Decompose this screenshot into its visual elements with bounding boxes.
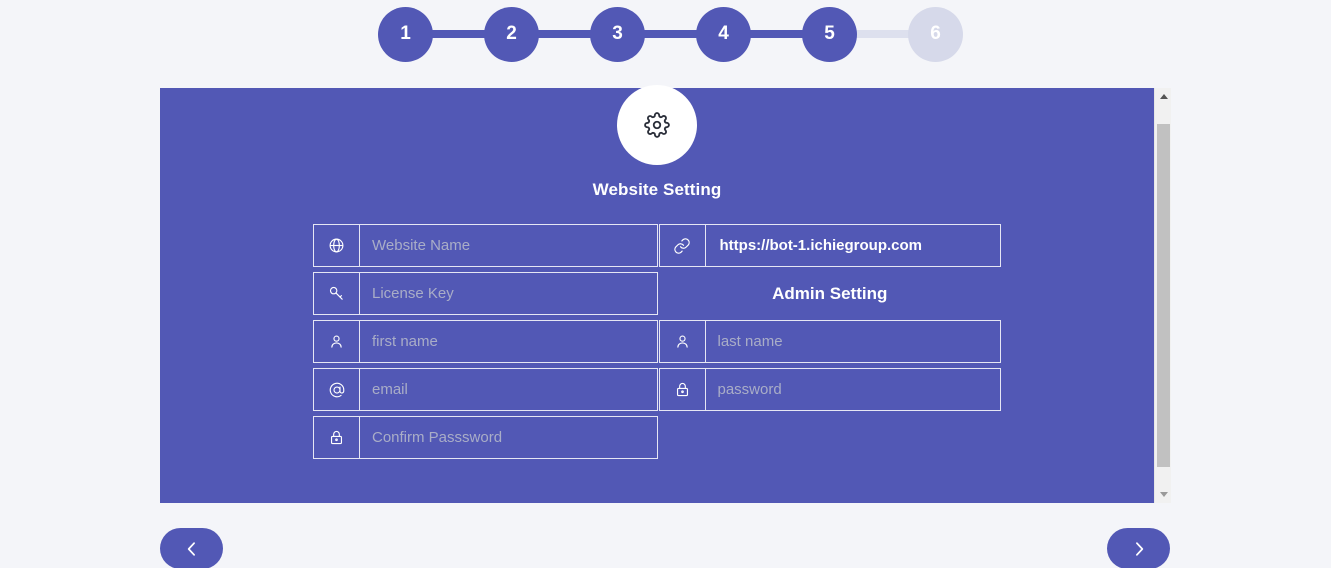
website-url-field[interactable] <box>658 224 1001 267</box>
step-1-label: 1 <box>400 23 411 44</box>
step-4-label: 4 <box>718 23 729 44</box>
first-name-field[interactable] <box>313 320 658 363</box>
lock-icon <box>313 416 359 459</box>
license-key-input[interactable] <box>359 272 658 315</box>
confirm-password-field[interactable] <box>313 416 658 459</box>
step-3-label: 3 <box>612 23 623 44</box>
last-name-input[interactable] <box>704 320 1001 363</box>
chevron-right-icon <box>1129 539 1149 559</box>
last-name-field[interactable] <box>658 320 1001 363</box>
website-name-input[interactable] <box>359 224 658 267</box>
key-icon <box>313 272 359 315</box>
admin-setting-heading: Admin Setting <box>772 283 888 303</box>
next-step-button[interactable] <box>1107 528 1170 568</box>
step-6[interactable]: 6 <box>908 6 963 62</box>
globe-icon <box>313 224 359 267</box>
link-icon <box>658 224 705 267</box>
confirm-password-input[interactable] <box>359 416 658 459</box>
triangle-down-icon[interactable] <box>1155 486 1172 503</box>
step-connector-1-2 <box>432 30 485 38</box>
wizard-stepper: 1 2 3 4 5 6 <box>378 6 963 62</box>
step-1[interactable]: 1 <box>378 6 433 62</box>
step-connector-3-4 <box>644 30 697 38</box>
form-row-credentials <box>313 368 1001 411</box>
lock-icon <box>658 368 705 411</box>
card-scrollbar[interactable] <box>1154 88 1171 503</box>
license-key-field[interactable] <box>313 272 658 315</box>
form-row-name <box>313 320 1001 363</box>
form-row-confirm <box>313 416 1001 459</box>
form-row-license: Admin Setting <box>313 272 1001 315</box>
website-setting-form: Admin Setting <box>313 224 1001 464</box>
user-icon <box>658 320 705 363</box>
step-2-label: 2 <box>506 23 517 44</box>
step-2[interactable]: 2 <box>484 6 539 62</box>
step-4[interactable]: 4 <box>696 6 751 62</box>
step-5[interactable]: 5 <box>802 6 857 62</box>
step-5-label: 5 <box>824 23 835 44</box>
chevron-left-icon <box>182 539 202 559</box>
step-6-label: 6 <box>930 23 941 44</box>
step-connector-5-6 <box>856 30 909 38</box>
page-root: 1 2 3 4 5 6 Website Setting Website Name… <box>0 0 1331 568</box>
step-connector-4-5 <box>750 30 803 38</box>
gear-icon <box>617 85 697 165</box>
email-input[interactable] <box>359 368 658 411</box>
form-row-website <box>313 224 1001 267</box>
previous-step-button[interactable] <box>160 528 223 568</box>
user-icon <box>313 320 359 363</box>
first-name-input[interactable] <box>359 320 658 363</box>
email-field[interactable] <box>313 368 658 411</box>
page-title: Website Setting <box>592 180 722 199</box>
triangle-up-icon[interactable] <box>1155 88 1172 105</box>
password-field[interactable] <box>658 368 1001 411</box>
website-url-input[interactable] <box>704 224 1001 267</box>
at-icon <box>313 368 359 411</box>
website-setting-card: Website Setting Website Name https://bot… <box>160 85 1154 503</box>
step-connector-2-3 <box>538 30 591 38</box>
scrollbar-thumb[interactable] <box>1157 124 1170 467</box>
step-3[interactable]: 3 <box>590 6 645 62</box>
website-name-field[interactable] <box>313 224 658 267</box>
password-input[interactable] <box>704 368 1001 411</box>
